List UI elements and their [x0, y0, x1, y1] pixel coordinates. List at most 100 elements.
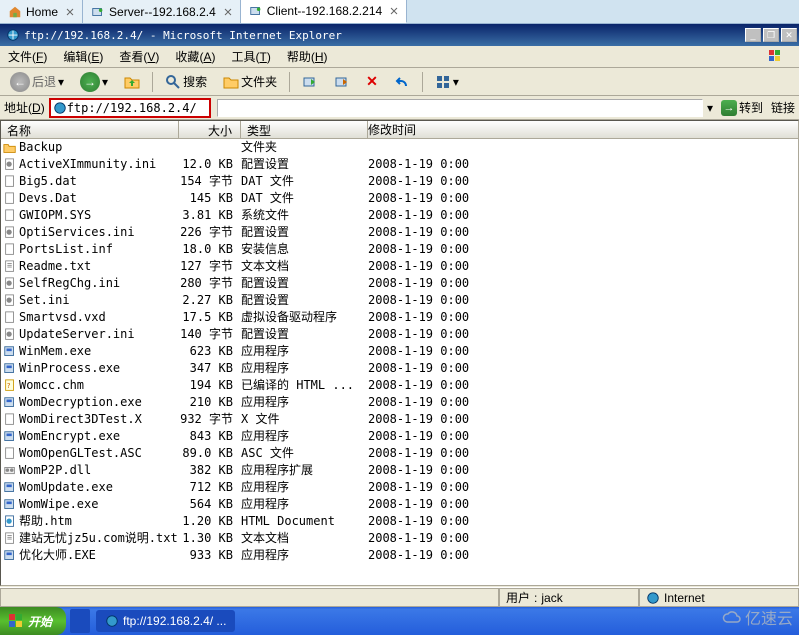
file-size: 194 KB — [179, 377, 241, 394]
close-icon[interactable] — [66, 8, 74, 16]
file-size: 145 KB — [179, 190, 241, 207]
file-rows: Backup文件夹ActiveXImmunity.ini12.0 KB配置设置2… — [1, 139, 798, 564]
file-row[interactable]: SelfRegChg.ini280 字节配置设置2008-1-19 0:00 — [1, 275, 798, 292]
file-icon — [3, 294, 17, 308]
file-name: WomDecryption.exe — [19, 394, 142, 411]
file-row[interactable]: WomEncrypt.exe843 KB应用程序2008-1-19 0:00 — [1, 428, 798, 445]
file-row[interactable]: WomDecryption.exe210 KB应用程序2008-1-19 0:0… — [1, 394, 798, 411]
file-date: 2008-1-19 0:00 — [368, 445, 628, 462]
server-icon — [91, 5, 105, 19]
file-icon — [3, 226, 17, 240]
file-name: Womcc.chm — [19, 377, 84, 394]
forward-button[interactable]: → ▾ — [74, 70, 114, 94]
col-type[interactable]: 类型 — [241, 121, 368, 138]
window-title-bar: ftp://192.168.2.4/ - Microsoft Internet … — [0, 24, 799, 46]
file-row[interactable]: WinMem.exe623 KB应用程序2008-1-19 0:00 — [1, 343, 798, 360]
tab-server-label: Server--192.168.2.4 — [109, 5, 216, 19]
file-row[interactable]: WomOpenGLTest.ASC89.0 KBASC 文件2008-1-19 … — [1, 445, 798, 462]
file-row[interactable]: WinProcess.exe347 KB应用程序2008-1-19 0:00 — [1, 360, 798, 377]
minimize-button[interactable]: _ — [745, 28, 761, 42]
menu-help[interactable]: 帮助(H) — [279, 48, 336, 65]
back-button[interactable]: ← 后退 ▾ — [4, 70, 70, 94]
file-size: 18.0 KB — [179, 241, 241, 258]
tab-home[interactable]: Home — [0, 0, 83, 23]
folders-button[interactable]: 文件夹 — [217, 71, 283, 92]
file-type: 已编译的 HTML ... — [241, 377, 368, 394]
file-type: 应用程序 — [241, 496, 368, 513]
menu-file[interactable]: 文件(F) — [0, 48, 55, 65]
file-row[interactable]: WomWipe.exe564 KB应用程序2008-1-19 0:00 — [1, 496, 798, 513]
col-size[interactable]: 大小 — [179, 121, 241, 138]
status-user: 用户: jack — [499, 588, 639, 607]
file-row[interactable]: UpdateServer.ini140 字节配置设置2008-1-19 0:00 — [1, 326, 798, 343]
taskbar-item-ftp[interactable]: ftp://192.168.2.4/ ... — [96, 610, 235, 632]
col-modified[interactable]: 修改时间 — [368, 121, 628, 138]
file-row[interactable]: 优化大师.EXE933 KB应用程序2008-1-19 0:00 — [1, 547, 798, 564]
up-button[interactable] — [118, 72, 146, 92]
file-row[interactable]: WomP2P.dll382 KB应用程序扩展2008-1-19 0:00 — [1, 462, 798, 479]
file-row[interactable]: 帮助.htm1.20 KBHTML Document2008-1-19 0:00 — [1, 513, 798, 530]
file-name: OptiServices.ini — [19, 224, 135, 241]
go-arrow-icon: → — [721, 100, 737, 116]
chevron-down-icon[interactable]: ▾ — [707, 101, 713, 115]
address-input[interactable] — [67, 100, 207, 116]
file-date: 2008-1-19 0:00 — [368, 343, 628, 360]
file-size: 17.5 KB — [179, 309, 241, 326]
file-row[interactable]: PortsList.inf18.0 KB安装信息2008-1-19 0:00 — [1, 241, 798, 258]
undo-button[interactable] — [388, 72, 416, 92]
undo-icon — [394, 74, 410, 90]
file-row[interactable]: OptiServices.ini226 字节配置设置2008-1-19 0:00 — [1, 224, 798, 241]
links-label[interactable]: 链接 — [771, 99, 795, 116]
file-row[interactable]: Readme.txt127 字节文本文档2008-1-19 0:00 — [1, 258, 798, 275]
file-icon — [3, 549, 17, 563]
close-icon[interactable] — [224, 8, 232, 16]
home-icon — [8, 5, 22, 19]
search-button[interactable]: 搜索 — [159, 71, 213, 92]
close-button[interactable]: ✕ — [781, 28, 797, 42]
address-field-remainder[interactable] — [217, 99, 703, 117]
file-row[interactable]: WomUpdate.exe712 KB应用程序2008-1-19 0:00 — [1, 479, 798, 496]
views-button[interactable]: ▾ — [429, 72, 465, 92]
chevron-down-icon: ▾ — [58, 75, 64, 89]
file-size: 154 字节 — [179, 173, 241, 190]
menu-tools[interactable]: 工具(T) — [223, 48, 278, 65]
close-icon[interactable] — [390, 7, 398, 15]
menu-view[interactable]: 查看(V) — [111, 48, 167, 65]
file-row[interactable]: ?Womcc.chm194 KB已编译的 HTML ...2008-1-19 0… — [1, 377, 798, 394]
file-name: WomOpenGLTest.ASC — [19, 445, 142, 462]
file-icon — [3, 260, 17, 274]
go-button[interactable]: → 转到 — [717, 99, 767, 116]
file-row[interactable]: Smartvsd.vxd17.5 KB虚拟设备驱动程序2008-1-19 0:0… — [1, 309, 798, 326]
file-row[interactable]: GWIOPM.SYS3.81 KB系统文件2008-1-19 0:00 — [1, 207, 798, 224]
start-button[interactable]: 开始 — [0, 607, 66, 635]
file-size: 932 字节 — [179, 411, 241, 428]
goto-button[interactable] — [296, 72, 324, 92]
menu-edit[interactable]: 编辑(E) — [55, 48, 111, 65]
file-row[interactable]: Backup文件夹 — [1, 139, 798, 156]
delete-button[interactable]: ✕ — [360, 71, 384, 92]
file-icon — [3, 430, 17, 444]
file-size: 210 KB — [179, 394, 241, 411]
file-date: 2008-1-19 0:00 — [368, 326, 628, 343]
file-name: WomP2P.dll — [19, 462, 91, 479]
file-row[interactable]: Devs.Dat145 KBDAT 文件2008-1-19 0:00 — [1, 190, 798, 207]
file-row[interactable]: Big5.dat154 字节DAT 文件2008-1-19 0:00 — [1, 173, 798, 190]
col-name[interactable]: 名称 — [1, 121, 179, 138]
file-row[interactable]: ActiveXImmunity.ini12.0 KB配置设置2008-1-19 … — [1, 156, 798, 173]
file-name: Devs.Dat — [19, 190, 77, 207]
file-date: 2008-1-19 0:00 — [368, 241, 628, 258]
file-name: ActiveXImmunity.ini — [19, 156, 156, 173]
restore-button[interactable]: ❐ — [763, 28, 779, 42]
file-size: 12.0 KB — [179, 156, 241, 173]
file-row[interactable]: WomDirect3DTest.X932 字节X 文件2008-1-19 0:0… — [1, 411, 798, 428]
file-date: 2008-1-19 0:00 — [368, 224, 628, 241]
back-arrow-icon: ← — [10, 72, 30, 92]
file-type: HTML Document — [241, 513, 368, 530]
file-icon — [3, 413, 17, 427]
menu-favorites[interactable]: 收藏(A) — [167, 48, 223, 65]
file-row[interactable]: Set.ini2.27 KB配置设置2008-1-19 0:00 — [1, 292, 798, 309]
tab-server[interactable]: Server--192.168.2.4 — [83, 0, 241, 23]
tab-client[interactable]: Client--192.168.2.214 — [241, 0, 407, 23]
file-row[interactable]: 建站无忧jz5u.com说明.txt1.30 KB文本文档2008-1-19 0… — [1, 530, 798, 547]
copyto-button[interactable] — [328, 72, 356, 92]
